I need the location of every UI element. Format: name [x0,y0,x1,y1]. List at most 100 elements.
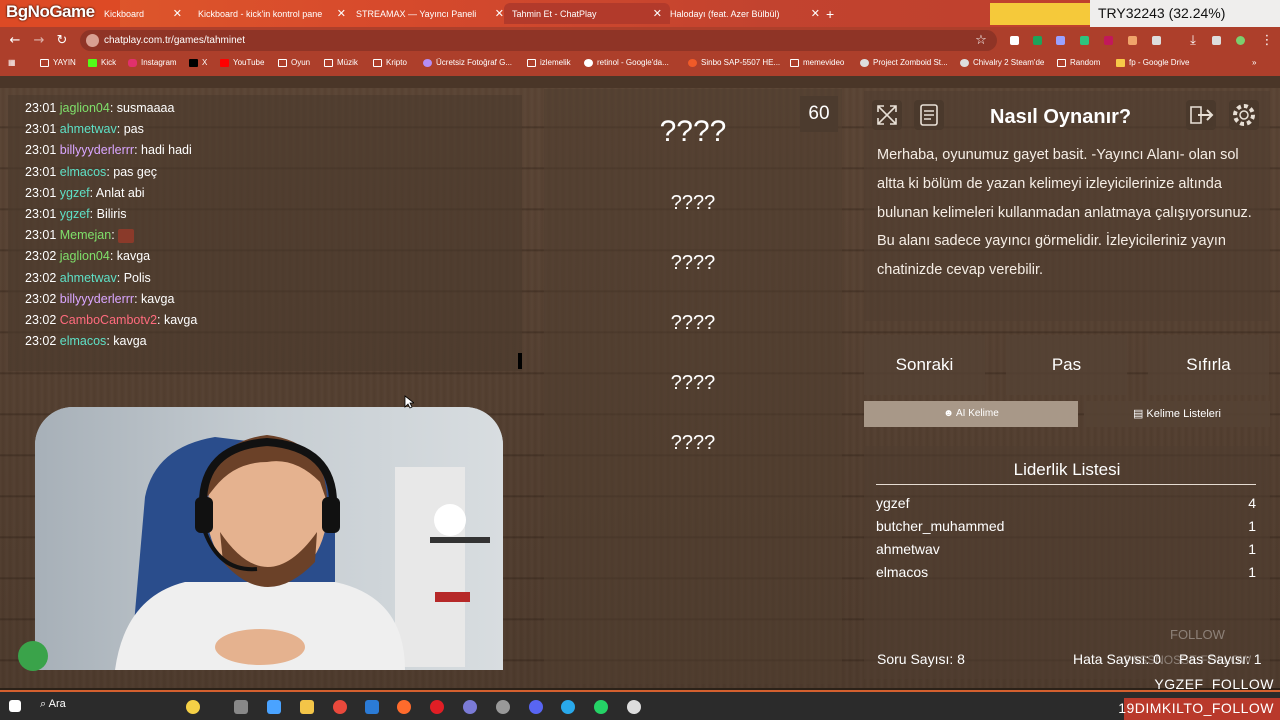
close-icon[interactable]: ✕ [489,7,504,20]
chat-username[interactable]: ahmetwav [60,271,117,285]
telegram-icon[interactable] [561,700,575,714]
file-explorer-icon[interactable] [300,700,314,714]
kick-icon [88,58,97,67]
folder-icon [790,58,799,67]
new-tab-button[interactable]: + [818,3,854,24]
bookmark-chivalry[interactable]: Chivalry 2 Steam'de [960,58,1044,67]
chat-text: Polis [123,270,151,285]
tab-kickboard-panel[interactable]: Kickboard - kick'in kontrol pane ✕ [190,3,354,24]
bookmark-zomboid[interactable]: Project Zomboid St... [860,58,948,67]
chat-text: Biliris [96,207,127,221]
tab-kickboard[interactable]: Kickboard ✕ [96,3,190,24]
site-info-icon[interactable] [86,34,99,47]
notes-icon[interactable] [914,100,944,130]
chat-username[interactable]: ygzef [60,207,90,221]
list-icon: ▤ [1132,408,1147,420]
bookmark-kripto[interactable]: Kripto [373,58,407,67]
bookmark-retinol[interactable]: retinol - Google'da... [584,58,669,67]
chat-username[interactable]: billyyyderlerrr [60,143,134,157]
extension-icon[interactable] [1033,36,1042,45]
tab-tahmin-et[interactable]: Tahmin Et - ChatPlay ✕ [504,3,670,24]
bookmark-drive[interactable]: fp - Google Drive [1116,58,1189,67]
bookmark-foto[interactable]: Ücretsiz Fotoğraf G... [423,58,512,67]
task-view-icon[interactable] [234,700,248,714]
address-bar[interactable]: chatplay.com.tr/games/tahminet [80,30,997,51]
close-icon[interactable]: ✕ [331,7,346,20]
opera-icon[interactable] [430,700,444,714]
chat-message: 23:02 elmacos: kavga [25,334,147,348]
taskbar-search[interactable]: ⌕ Ara [40,698,66,711]
bookmark-x[interactable]: X [189,58,207,67]
reload-icon[interactable]: ↻ [53,32,71,50]
bookmark-instagram[interactable]: Instagram [128,58,177,67]
search-icon: ⌕ [40,698,49,710]
chat-username[interactable]: jaglion04 [60,101,110,115]
profile-avatar[interactable] [1236,36,1245,45]
app-icon[interactable] [463,700,477,714]
chat-username[interactable]: Memejan [60,228,111,242]
copilot-icon[interactable] [186,700,200,714]
whatsapp-icon[interactable] [594,700,608,714]
chat-message: 23:01 ahmetwav: pas [25,122,144,136]
menu-icon[interactable]: ⋮ [1258,32,1276,50]
next-button[interactable]: Sonraki [864,335,985,395]
bookmark-oyun[interactable]: Oyun [278,58,310,67]
close-icon[interactable]: ✕ [647,7,662,20]
bookmark-random[interactable]: Random [1057,58,1100,67]
chat-username[interactable]: ahmetwav [60,122,117,136]
close-icon[interactable]: ✕ [167,7,182,20]
forward-icon[interactable]: → [30,32,48,50]
chat-username[interactable]: ygzef [60,186,90,200]
back-icon[interactable]: ← [6,32,24,50]
chat-separator: : [134,291,142,306]
chat-username[interactable]: jaglion04 [60,249,110,263]
chat-username[interactable]: elmacos [60,334,107,348]
ai-word-button[interactable]: ☻ AI Kelime [864,401,1078,427]
steam-icon [860,58,869,67]
firefox-icon[interactable] [397,700,411,714]
gear-icon[interactable] [1229,100,1259,130]
bookmark-kick[interactable]: Kick [88,58,116,67]
mail-icon[interactable] [365,700,379,714]
bookmark-memevideo[interactable]: memevideo [790,58,844,67]
pass-button[interactable]: Pas [1006,335,1127,395]
word-lists-button[interactable]: ▤ Kelime Listeleri [1084,401,1270,427]
extension-icon[interactable] [1080,36,1089,45]
chat-scrollbar[interactable] [518,353,522,369]
reset-button[interactable]: Sıfırla [1148,335,1269,395]
chrome-icon[interactable] [333,700,347,714]
bookmark-sinbo[interactable]: Sinbo SAP-5507 HE... [688,58,780,67]
chat-username[interactable]: billyyyderlerrr [60,292,134,306]
extensions-menu-icon[interactable] [1152,36,1161,45]
pencil-icon[interactable] [18,641,48,671]
bookmark-yayin[interactable]: YAYIN [40,58,76,67]
bookmark-izlemelik[interactable]: izlemelik [527,58,571,67]
bookmark-muzik[interactable]: Müzik [324,58,358,67]
download-icon[interactable]: ⤓ [1184,32,1202,50]
folder-icon [1057,58,1066,67]
obs-icon[interactable] [496,700,510,714]
windows-start-icon[interactable] [9,700,21,712]
discord-icon[interactable] [529,700,543,714]
chat-username[interactable]: elmacos [60,165,107,179]
chat-text: kavga [113,334,147,349]
star-icon[interactable]: ☆ [972,32,990,50]
chrome-profile-icon[interactable] [627,700,641,714]
extension-icon[interactable] [1056,36,1065,45]
streamer-illustration [115,435,490,670]
chat-username[interactable]: CamboCambotv2 [60,313,157,327]
logout-icon[interactable] [1186,100,1216,130]
apps-icon[interactable]: ▦ [8,58,16,67]
more-bookmarks-icon[interactable]: » [1252,58,1256,67]
extension-icon[interactable] [1104,36,1113,45]
tab-halodayi[interactable]: Halodayı (feat. Azer Bülbül) ✕ [662,3,828,24]
chat-text: pas geç [113,164,158,179]
bookmark-youtube[interactable]: YouTube [220,58,264,67]
extension-icon[interactable] [1128,36,1137,45]
fullscreen-icon[interactable] [872,100,902,130]
extension-icon[interactable] [1212,36,1221,45]
app-icon[interactable] [267,700,281,714]
extension-icon[interactable] [1010,36,1019,45]
tab-streamax[interactable]: STREAMAX — Yayıncı Paneli ✕ [348,3,512,24]
bookmarks-bar: ▦ YAYIN Kick Instagram X YouTube Oyun Mü… [0,54,1280,76]
